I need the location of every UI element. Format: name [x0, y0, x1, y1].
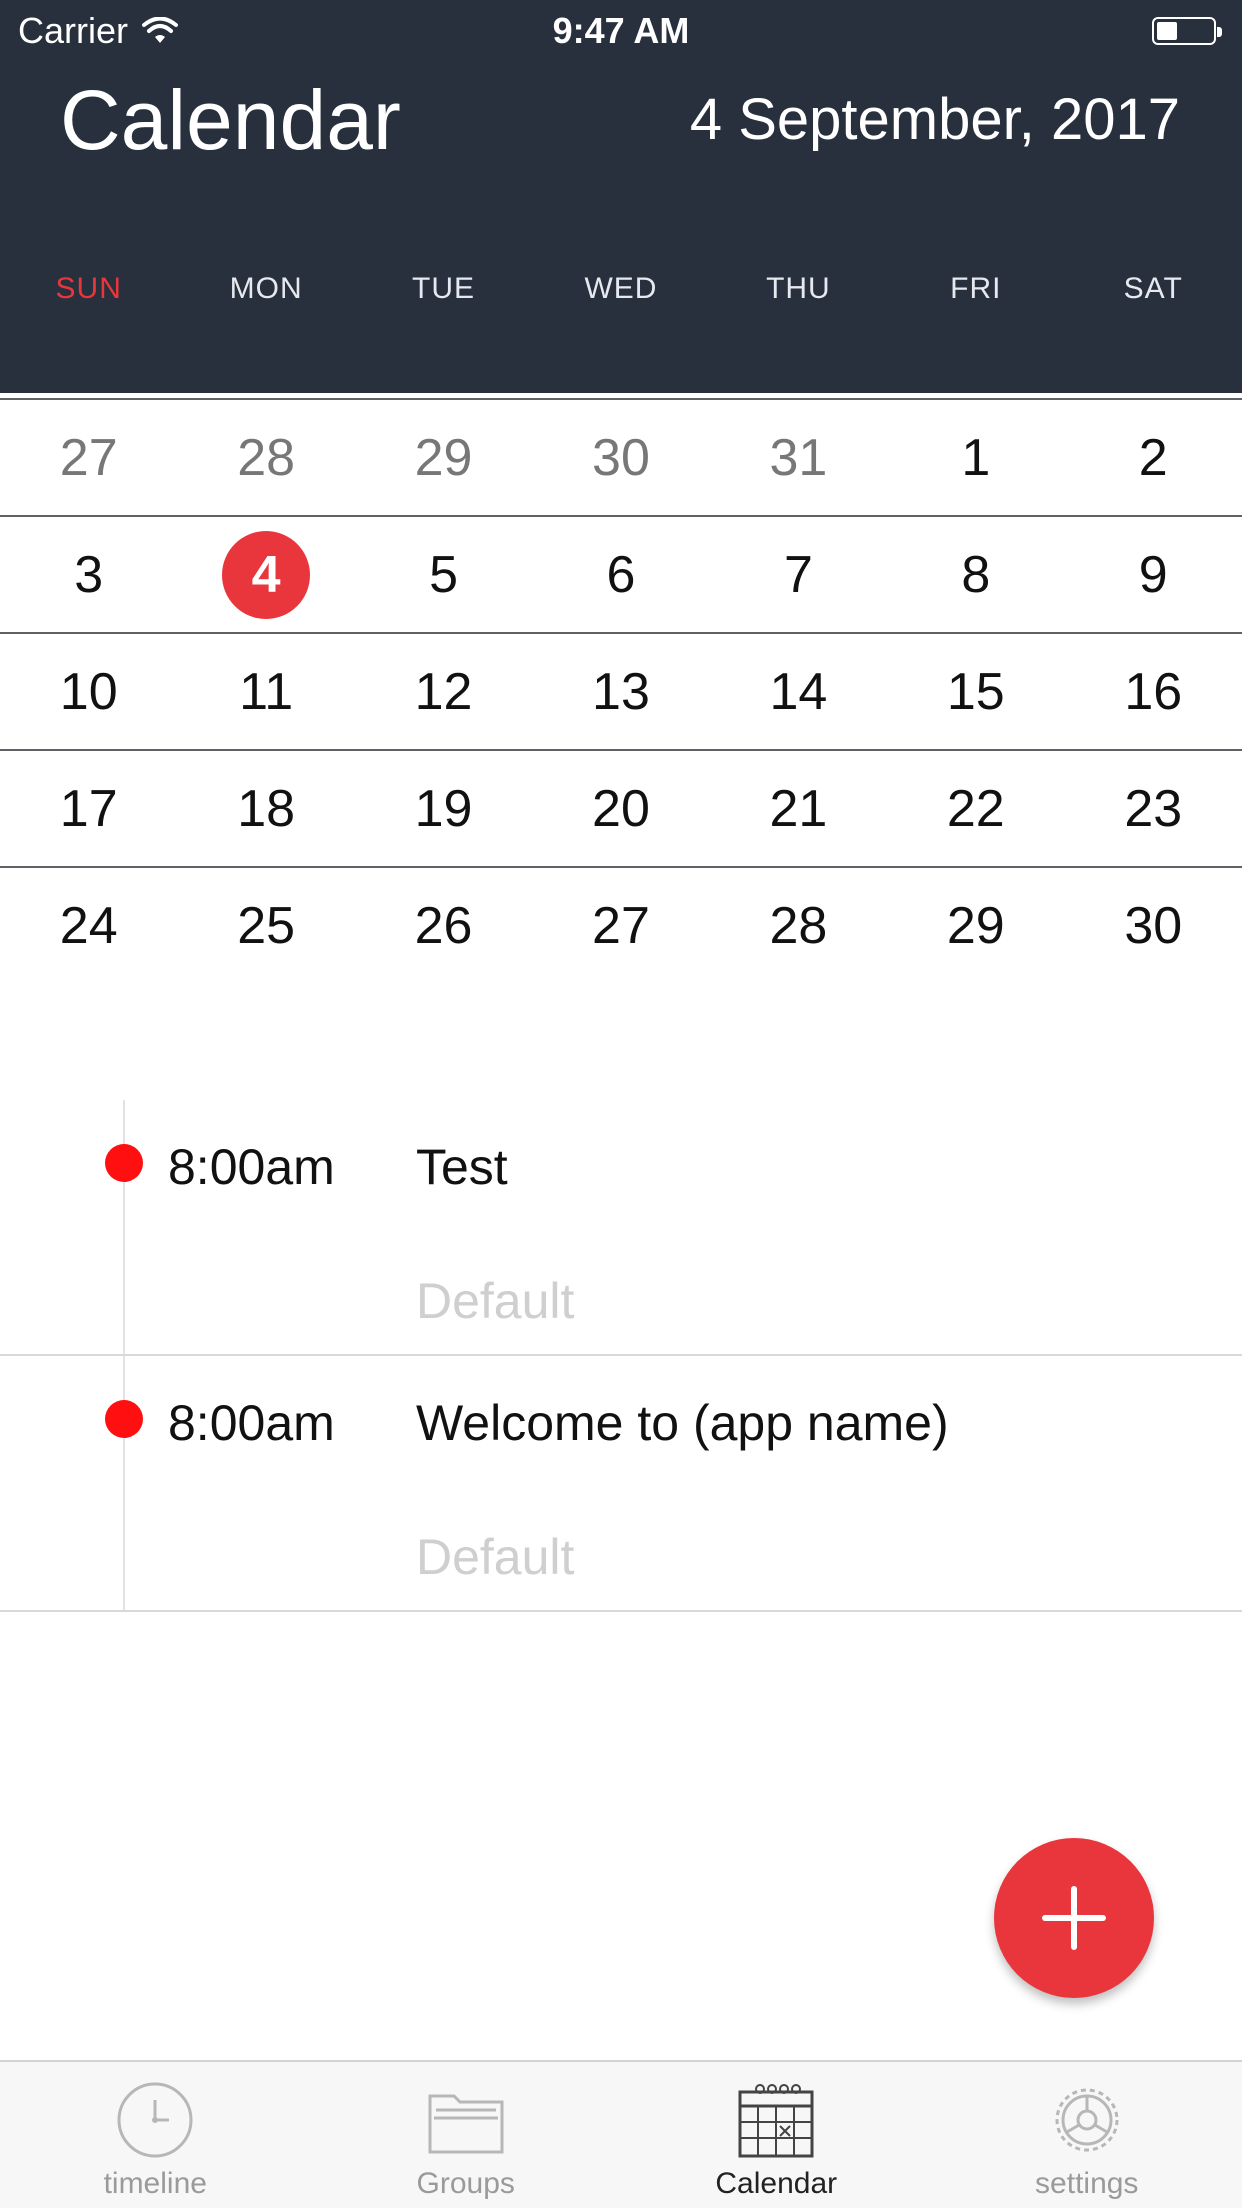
tab-bar: timeline Groups Calendar settings [0, 2060, 1242, 2208]
calendar-day[interactable]: 19 [355, 751, 532, 866]
event-item[interactable]: 8:00am Test Default [0, 1100, 1242, 1356]
calendar-day[interactable]: 21 [710, 751, 887, 866]
calendar-day[interactable]: 20 [532, 751, 709, 866]
calendar-day[interactable]: 11 [177, 634, 354, 749]
calendar-day[interactable]: 3 [0, 517, 177, 632]
calendar-day[interactable]: 29 [355, 400, 532, 515]
calendar-day[interactable]: 28 [710, 868, 887, 983]
calendar-day[interactable]: 31 [710, 400, 887, 515]
event-title: Welcome to (app name) [416, 1395, 949, 1451]
battery-icon [1152, 17, 1222, 45]
calendar-day[interactable]: 5 [355, 517, 532, 632]
calendar-day[interactable]: 15 [887, 634, 1064, 749]
calendar-day[interactable]: 6 [532, 517, 709, 632]
calendar-day[interactable]: 10 [0, 634, 177, 749]
clock-icon [117, 2082, 193, 2158]
event-dot [105, 1144, 143, 1182]
event-item[interactable]: 8:00am Welcome to (app name) Default [0, 1356, 1242, 1612]
calendar-day[interactable]: 18 [177, 751, 354, 866]
weekday-label: MON [229, 272, 303, 305]
calendar-grid: 27 28 29 30 31 1 2 3 4 5 6 7 8 9 10 11 1… [0, 398, 1242, 983]
event-time: 8:00am [168, 1139, 335, 1195]
event-group: Default [416, 1529, 575, 1585]
calendar-day[interactable]: 14 [710, 634, 887, 749]
week-row: 27 28 29 30 31 1 2 [0, 398, 1242, 515]
calendar-day[interactable]: 2 [1065, 400, 1242, 515]
weekday-label: SAT [1123, 272, 1183, 305]
page-title: Calendar [60, 73, 401, 167]
tab-label: timeline [103, 2167, 207, 2200]
tab-timeline[interactable]: timeline [0, 2062, 311, 2208]
week-row: 3 4 5 6 7 8 9 [0, 515, 1242, 632]
tab-label: Groups [416, 2167, 515, 2200]
event-dot [105, 1400, 143, 1438]
calendar-day[interactable]: 27 [0, 400, 177, 515]
calendar-header: Carrier 9:47 AM Calendar 4 September, 20… [0, 0, 1242, 393]
calendar-day[interactable]: 23 [1065, 751, 1242, 866]
calendar-day[interactable]: 9 [1065, 517, 1242, 632]
weekday-label: FRI [950, 272, 1002, 305]
calendar-day[interactable]: 16 [1065, 634, 1242, 749]
calendar-day[interactable]: 30 [1065, 868, 1242, 983]
calendar-day[interactable]: 17 [0, 751, 177, 866]
calendar-day[interactable]: 12 [355, 634, 532, 749]
calendar-day[interactable]: 25 [177, 868, 354, 983]
weekday-header-row: SUN MON TUE WED THU FRI SAT [0, 272, 1242, 312]
tab-settings[interactable]: settings [932, 2062, 1242, 2208]
tab-label: Calendar [715, 2167, 838, 2200]
calendar-day[interactable]: 30 [532, 400, 709, 515]
calendar-day[interactable]: 1 [887, 400, 1064, 515]
event-title: Test [416, 1139, 508, 1195]
calendar-day[interactable]: 13 [532, 634, 709, 749]
gear-icon [1055, 2088, 1119, 2152]
status-time: 9:47 AM [552, 10, 690, 51]
week-row: 10 11 12 13 14 15 16 [0, 632, 1242, 749]
calendar-day[interactable]: 7 [710, 517, 887, 632]
weekday-label: TUE [412, 272, 476, 305]
event-time: 8:00am [168, 1395, 335, 1451]
event-group: Default [416, 1273, 575, 1329]
week-row: 24 25 26 27 28 29 30 [0, 866, 1242, 983]
calendar-day-selected[interactable]: 4 [177, 517, 354, 632]
folder-icon [428, 2094, 504, 2154]
tab-calendar[interactable]: Calendar [621, 2062, 932, 2208]
calendar-day[interactable]: 28 [177, 400, 354, 515]
calendar-day[interactable]: 29 [887, 868, 1064, 983]
calendar-day[interactable]: 22 [887, 751, 1064, 866]
calendar-day[interactable]: 24 [0, 868, 177, 983]
calendar-day[interactable]: 27 [532, 868, 709, 983]
add-event-button[interactable] [994, 1838, 1154, 1998]
calendar-day[interactable]: 26 [355, 868, 532, 983]
weekday-label: WED [584, 272, 658, 305]
calendar-icon [738, 2084, 814, 2158]
event-list: 8:00am Test Default 8:00am Welcome to (a… [0, 1100, 1242, 1612]
weekday-label: THU [766, 272, 831, 305]
plus-icon [1042, 1886, 1106, 1950]
calendar-day[interactable]: 8 [887, 517, 1064, 632]
weekday-label: SUN [55, 272, 122, 305]
tab-label: settings [1035, 2167, 1139, 2200]
current-date: 4 September, 2017 [689, 87, 1180, 152]
tab-groups[interactable]: Groups [311, 2062, 622, 2208]
week-row: 17 18 19 20 21 22 23 [0, 749, 1242, 866]
